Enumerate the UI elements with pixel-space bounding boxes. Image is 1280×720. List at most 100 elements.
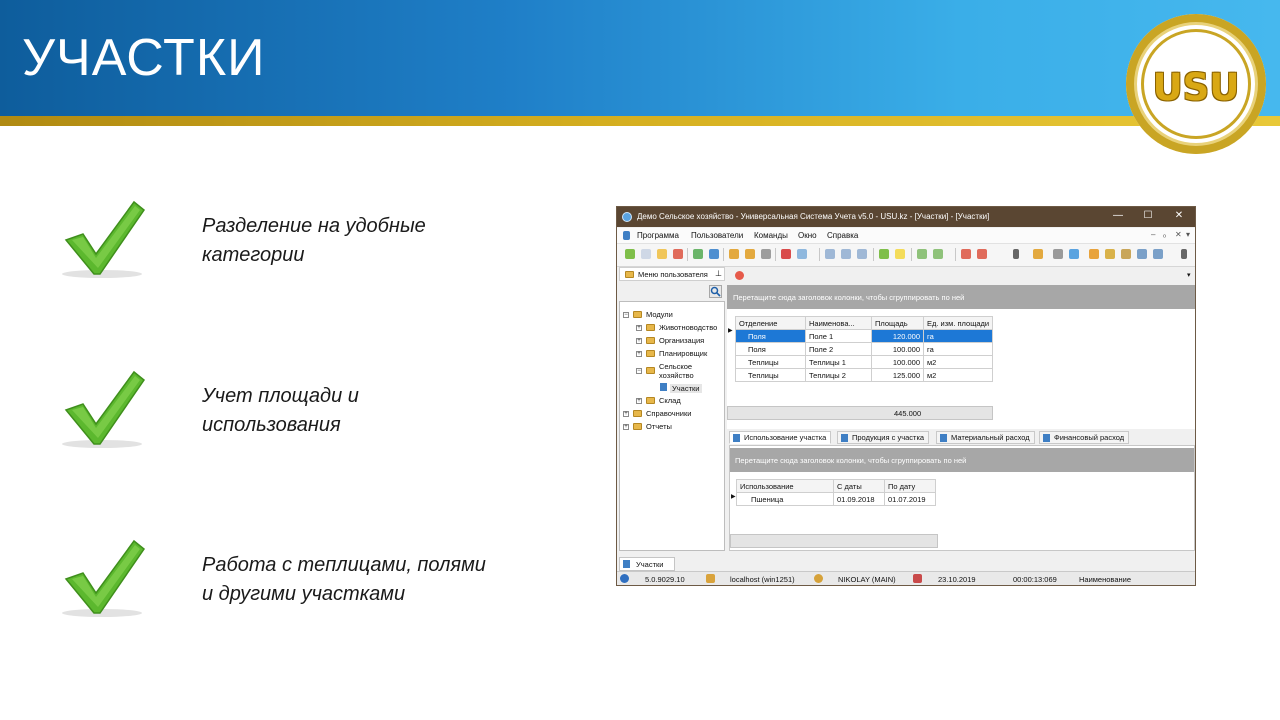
expand-toggle[interactable]: +	[636, 351, 642, 357]
tree-item-agriculture[interactable]: Сельское хозяйство	[659, 362, 694, 380]
mdi-restore-button[interactable]: ₒ	[1163, 230, 1166, 239]
collapse-icon[interactable]	[857, 249, 867, 259]
expand-toggle[interactable]: +	[623, 424, 629, 430]
close-button[interactable]: ✕	[1168, 210, 1190, 224]
cell-area[interactable]: 120.000	[871, 329, 924, 343]
tree-item-livestock[interactable]: Животноводство	[659, 323, 717, 332]
expand-toggle[interactable]: +	[623, 411, 629, 417]
chart-icon[interactable]	[1069, 249, 1079, 259]
tab-list-arrow[interactable]: ▾	[1187, 271, 1191, 279]
cell-department[interactable]: Теплицы	[735, 355, 806, 369]
column-header-area[interactable]: Площадь	[871, 316, 924, 330]
expand-toggle[interactable]: +	[636, 325, 642, 331]
mdi-menu-arrow[interactable]: ▾	[1186, 230, 1190, 239]
column-header-to-date[interactable]: По дату	[884, 479, 936, 493]
refresh-icon[interactable]	[693, 249, 703, 259]
cell-area[interactable]: 100.000	[871, 342, 924, 356]
note-icon[interactable]	[895, 249, 905, 259]
cell-department[interactable]: Поля	[735, 342, 806, 356]
cell-department[interactable]: Поля	[735, 329, 806, 343]
mdi-minimize-button[interactable]: –	[1151, 230, 1155, 239]
filter-icon[interactable]	[729, 249, 739, 259]
cell-area-unit[interactable]: м2	[922, 368, 994, 382]
expand-toggle[interactable]: +	[636, 398, 642, 404]
column-header-from-date[interactable]: С даты	[833, 479, 885, 493]
tree-item-organization[interactable]: Организация	[659, 336, 704, 345]
search-icon[interactable]	[709, 249, 719, 259]
cell-usage[interactable]: Пшеница	[736, 492, 834, 506]
print-icon[interactable]	[917, 249, 927, 259]
cell-from-date[interactable]: 01.09.2018	[833, 492, 885, 506]
plugin-icon[interactable]	[1153, 249, 1163, 259]
users-icon[interactable]	[1121, 249, 1131, 259]
rss-icon[interactable]	[1089, 249, 1099, 259]
filter-clear-icon[interactable]	[745, 249, 755, 259]
cell-area[interactable]: 125.000	[871, 368, 924, 382]
tab-plot-usage[interactable]: Использование участка	[729, 431, 832, 444]
toolbar-overflow-icon[interactable]	[1181, 249, 1187, 259]
cell-area-unit[interactable]: м2	[922, 355, 994, 369]
tab-plot-products[interactable]: Продукция с участка	[837, 431, 930, 444]
toolbar-overflow-icon[interactable]	[1013, 249, 1019, 259]
cell-to-date[interactable]: 01.07.2019	[884, 492, 936, 506]
cell-department[interactable]: Теплицы	[735, 368, 806, 382]
image-icon[interactable]	[797, 249, 807, 259]
menu-item-help[interactable]: Справка	[827, 231, 858, 240]
cell-name[interactable]: Поле 2	[805, 342, 872, 356]
column-header-name[interactable]: Наименова...	[805, 316, 872, 330]
menu-item-window[interactable]: Окно	[798, 231, 817, 240]
maximize-button[interactable]: ☐	[1137, 210, 1159, 224]
window-close-icon[interactable]	[977, 249, 987, 259]
expand-icon[interactable]	[841, 249, 851, 259]
menu-item-users[interactable]: Пользователи	[691, 231, 743, 240]
expand-toggle[interactable]: +	[636, 338, 642, 344]
minimize-button[interactable]: —	[1107, 210, 1129, 224]
table-row[interactable]: Теплицы Теплицы 1 100.000 м2	[735, 355, 994, 369]
user-menu-tab[interactable]: Меню пользователя ⊥	[619, 267, 725, 281]
gear-icon[interactable]	[1053, 249, 1063, 259]
copy-icon[interactable]	[641, 249, 651, 259]
cell-area-unit[interactable]: га	[922, 329, 994, 343]
group-by-bar[interactable]: Перетащите сюда заголовок колонки, чтобы…	[730, 448, 1194, 472]
column-header-department[interactable]: Отделение	[735, 316, 806, 330]
menu-item-program[interactable]: Программа	[637, 231, 679, 240]
window-tab-plots[interactable]: Участки	[619, 557, 675, 571]
group-add-icon[interactable]	[879, 249, 889, 259]
tree-item-modules[interactable]: Модули	[646, 310, 673, 319]
window-new-icon[interactable]	[961, 249, 971, 259]
mdi-close-button[interactable]: ✕	[1175, 230, 1182, 239]
window-titlebar[interactable]: Демо Сельское хозяйство - Универсальная …	[617, 207, 1195, 227]
lock-icon[interactable]	[1105, 249, 1115, 259]
search-button[interactable]	[709, 285, 722, 298]
table-row[interactable]: Поля Поле 2 100.000 га	[735, 342, 994, 356]
collapse-toggle[interactable]: −	[636, 368, 642, 374]
cell-area-unit[interactable]: га	[922, 342, 994, 356]
delete-icon[interactable]	[673, 249, 683, 259]
sort-icon[interactable]	[761, 249, 771, 259]
tree-item-reports[interactable]: Отчеты	[646, 422, 672, 431]
group-by-bar[interactable]: Перетащите сюда заголовок колонки, чтобы…	[727, 285, 1195, 309]
cell-name[interactable]: Поле 1	[805, 329, 872, 343]
report-icon[interactable]	[933, 249, 943, 259]
tree-item-references[interactable]: Справочники	[646, 409, 691, 418]
tab-material-expense[interactable]: Материальный расход	[936, 431, 1035, 444]
settings-icon[interactable]	[1137, 249, 1147, 259]
table-row[interactable]: Поля Поле 1 120.000 га	[735, 329, 994, 343]
pin-icon[interactable]	[1033, 249, 1043, 259]
collapse-toggle[interactable]: −	[623, 312, 629, 318]
tab-financial-expense[interactable]: Финансовый расход	[1039, 431, 1130, 444]
pin-icon[interactable]: ⊥	[715, 269, 722, 278]
table-row[interactable]: Теплицы Теплицы 2 125.000 м2	[735, 368, 994, 382]
flag-icon[interactable]	[781, 249, 791, 259]
column-header-usage[interactable]: Использование	[736, 479, 834, 493]
export-icon[interactable]	[825, 249, 835, 259]
add-icon[interactable]	[625, 249, 635, 259]
edit-icon[interactable]	[657, 249, 667, 259]
tree-item-warehouse[interactable]: Склад	[659, 396, 681, 405]
cell-name[interactable]: Теплицы 2	[805, 368, 872, 382]
tree-item-plots[interactable]: Участки	[670, 384, 702, 393]
cell-area[interactable]: 100.000	[871, 355, 924, 369]
tree-item-scheduler[interactable]: Планировщик	[659, 349, 707, 358]
column-header-area-unit[interactable]: Ед. изм. площади	[922, 316, 994, 330]
menu-item-commands[interactable]: Команды	[754, 231, 788, 240]
